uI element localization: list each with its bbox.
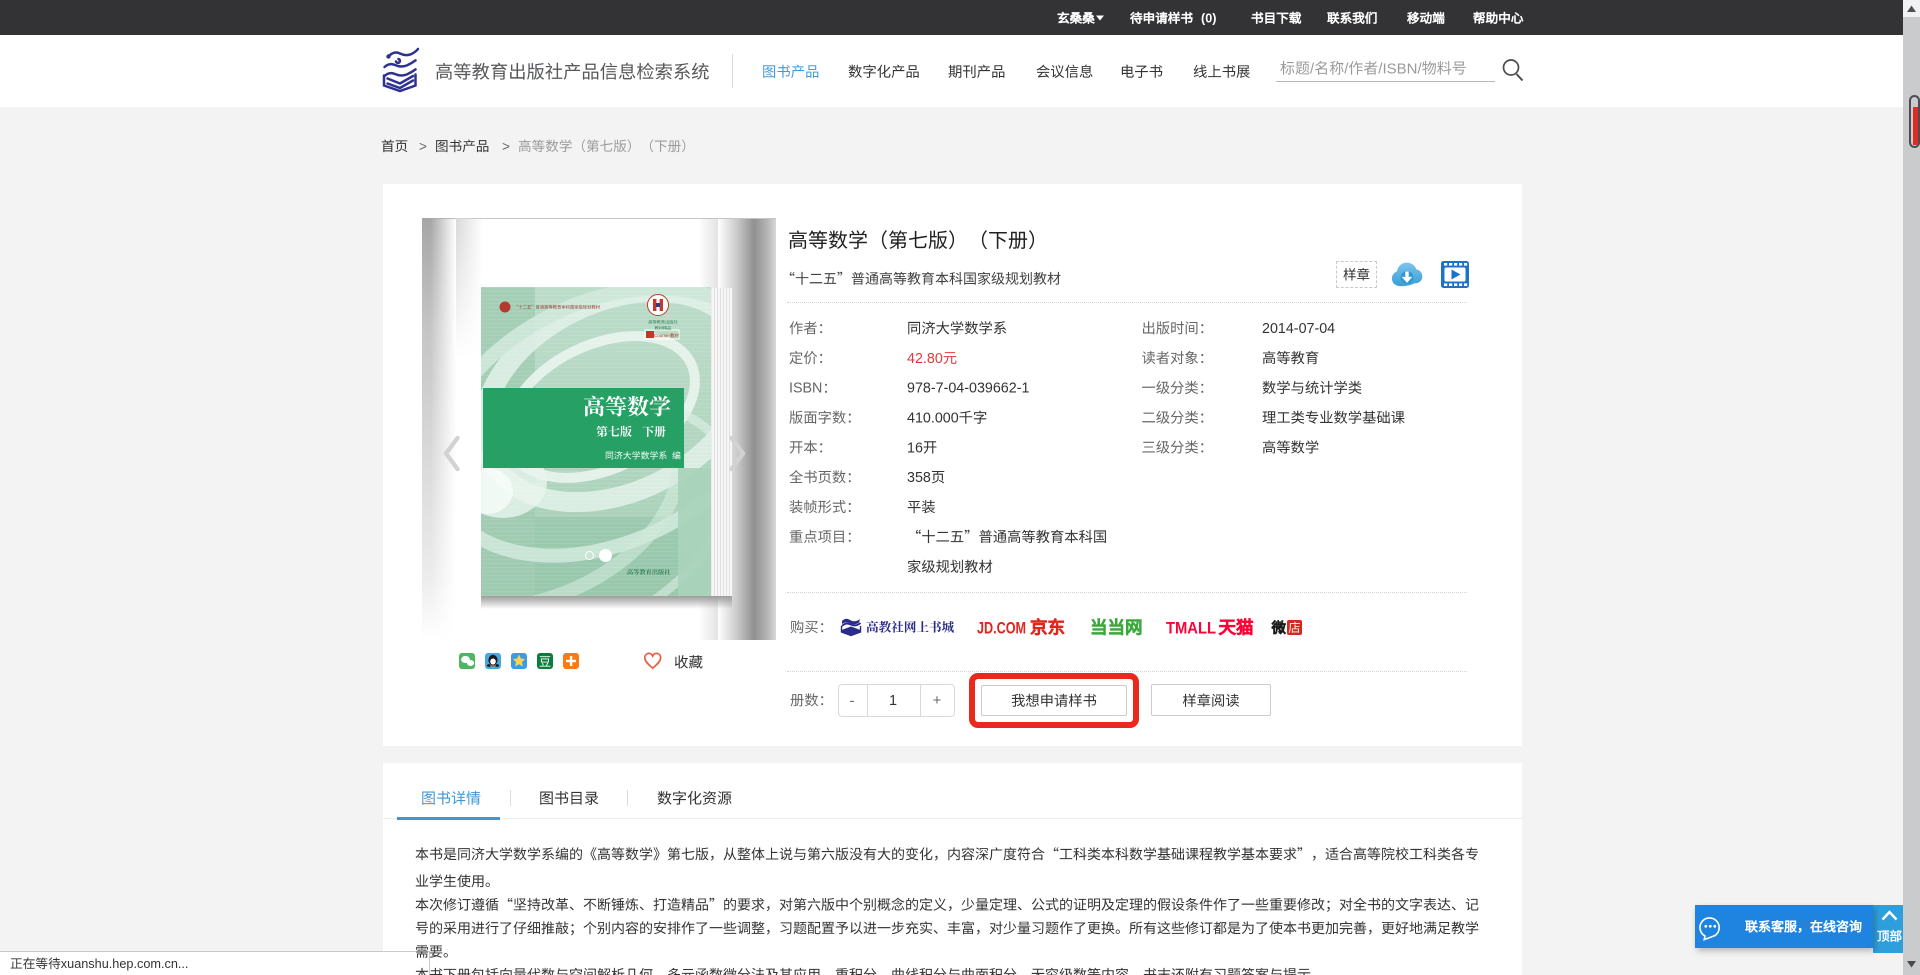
svg-text:978-7-04-039662-1: 978-7-04-039662-1 — [907, 381, 1029, 397]
svg-text:TMALL: TMALL — [1166, 619, 1216, 637]
svg-text:JD.COM: JD.COM — [977, 619, 1026, 637]
svg-text:-: - — [850, 692, 855, 709]
svg-text:>: > — [502, 139, 510, 154]
svg-text:42.80: 42.80 — [907, 351, 943, 367]
svg-text:iCourse·: iCourse· — [653, 333, 670, 338]
svg-text:xuanshu.hep.com.cn...: xuanshu.hep.com.cn... — [61, 957, 189, 971]
svg-text:410.000: 410.000 — [907, 411, 959, 427]
svg-text:/: / — [1310, 60, 1315, 77]
svg-text:/: / — [1344, 60, 1349, 77]
svg-text:1: 1 — [889, 693, 897, 709]
svg-text:2014-07-04: 2014-07-04 — [1262, 321, 1335, 337]
svg-text:(0): (0) — [1201, 12, 1216, 26]
svg-text:16: 16 — [907, 440, 923, 456]
svg-text:358: 358 — [907, 470, 931, 486]
svg-text:ISBN: ISBN — [789, 381, 822, 397]
svg-text:+: + — [933, 693, 941, 709]
svg-text:/ISBN/: /ISBN/ — [1378, 60, 1422, 77]
svg-text:>: > — [419, 139, 427, 154]
